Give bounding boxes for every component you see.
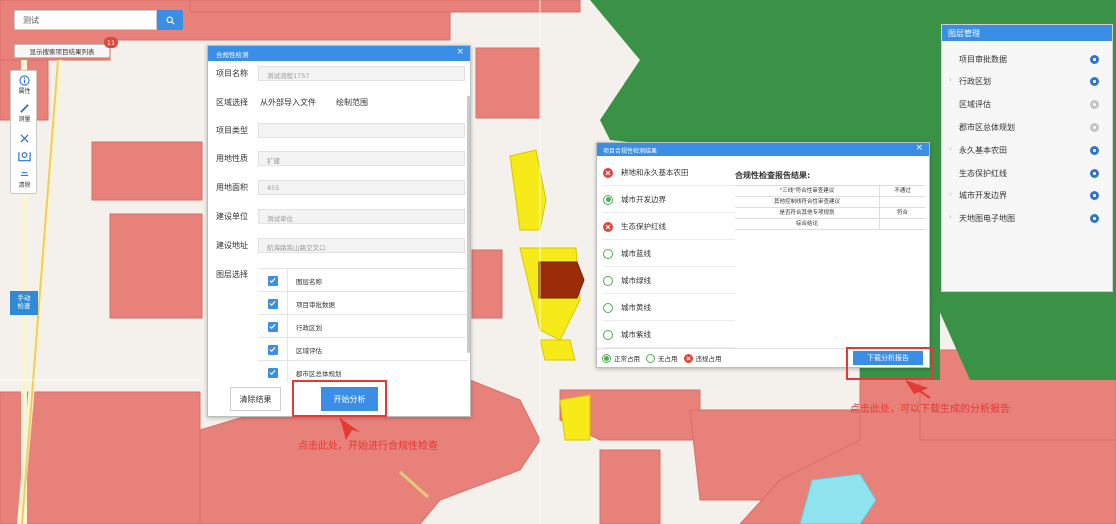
annotation-start-analysis: 点击此处，开始进行合规性检查 — [298, 441, 438, 452]
annotation-arrows — [339, 380, 931, 440]
annotation-download-report: 点击此处，可以下载生成的分析报告 — [850, 404, 1010, 415]
